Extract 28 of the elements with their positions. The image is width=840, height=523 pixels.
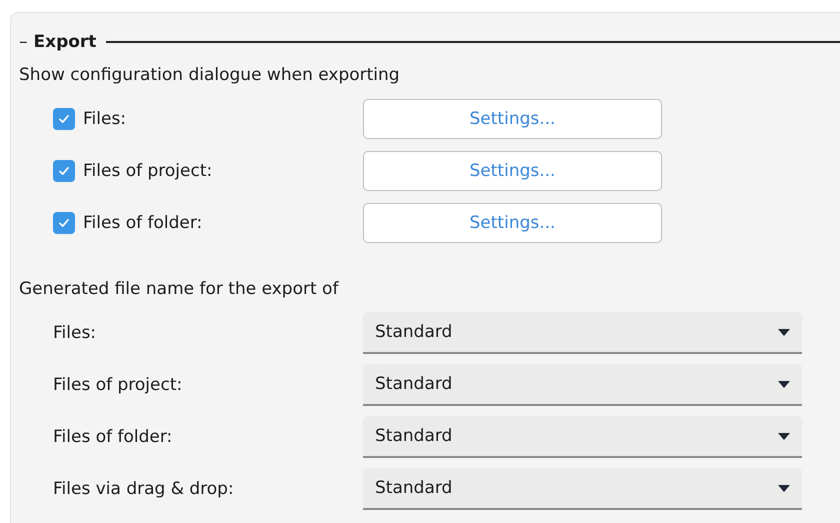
checkbox[interactable] <box>53 212 75 234</box>
settings-button[interactable]: Settings... <box>363 203 662 243</box>
checkbox[interactable] <box>53 160 75 182</box>
dropdown[interactable]: Standard <box>363 312 802 354</box>
field-label: Files: <box>52 323 98 343</box>
checkbox-label: Files of folder: <box>83 213 202 233</box>
collapse-toggle[interactable]: – <box>19 32 28 52</box>
checkbox[interactable] <box>53 108 75 130</box>
caret-icon <box>778 328 790 336</box>
field-label: Files of project: <box>52 375 184 395</box>
section-label: Generated file name for the export of <box>19 279 340 301</box>
checkbox-label: Files of project: <box>83 161 212 181</box>
section-label: Show configuration dialogue when exporting <box>19 65 401 87</box>
checkmark-icon <box>57 216 71 230</box>
settings-button[interactable]: Settings... <box>363 151 662 191</box>
settings-button[interactable]: Settings... <box>363 99 662 139</box>
caret-icon <box>778 484 790 492</box>
caret-icon <box>778 380 790 388</box>
checkmark-icon <box>57 112 71 126</box>
checkbox-label: Files: <box>83 109 126 129</box>
caret-icon <box>778 432 790 440</box>
field-label: Files of folder: <box>52 427 174 447</box>
dropdown[interactable]: Standard <box>363 468 802 510</box>
dropdown[interactable]: Standard <box>363 364 802 406</box>
group-title: Export <box>34 32 96 52</box>
dropdown[interactable]: Standard <box>363 416 802 458</box>
field-label: Files via drag & drop: <box>52 479 235 499</box>
checkmark-icon <box>57 164 71 178</box>
